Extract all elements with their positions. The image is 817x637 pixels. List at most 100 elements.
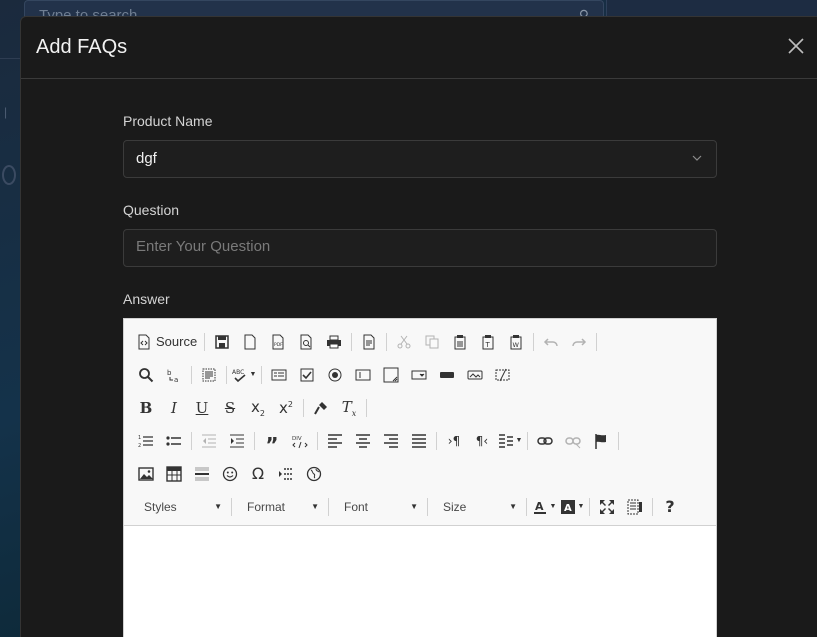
redo-button[interactable] [565, 330, 593, 354]
special-char-button[interactable]: Ω [244, 462, 272, 486]
about-button[interactable]: ? [656, 495, 684, 519]
find-icon [139, 367, 154, 382]
replace-button[interactable]: ba [160, 363, 188, 387]
background-sidebar-mark: | [4, 105, 8, 119]
select-field-button[interactable] [405, 363, 433, 387]
find-button[interactable] [132, 363, 160, 387]
remove-format-button[interactable]: Tx [335, 396, 363, 420]
form-button[interactable] [265, 363, 293, 387]
preview-button[interactable] [292, 330, 320, 354]
styles-dropdown[interactable]: Styles ▼ [132, 495, 228, 519]
align-right-button[interactable] [377, 429, 405, 453]
show-blocks-icon [627, 499, 642, 514]
iframe-button[interactable] [300, 462, 328, 486]
underline-button[interactable]: U [188, 396, 216, 420]
question-input[interactable] [136, 238, 704, 255]
bold-button[interactable]: B [132, 396, 160, 420]
close-button[interactable] [785, 37, 807, 59]
numbered-list-button[interactable]: 12 [132, 429, 160, 453]
button-icon [440, 371, 454, 378]
save-button[interactable] [208, 330, 236, 354]
checkbox-button[interactable] [293, 363, 321, 387]
superscript-button[interactable]: x2 [272, 396, 300, 420]
bulleted-list-button[interactable] [160, 429, 188, 453]
paste-button[interactable] [446, 330, 474, 354]
toolbar-separator [386, 332, 388, 351]
size-dropdown[interactable]: Size ▼ [431, 495, 523, 519]
maximize-button[interactable] [593, 495, 621, 519]
new-page-button[interactable] [236, 330, 264, 354]
image-icon [138, 466, 154, 481]
close-icon [788, 38, 804, 54]
bulleted-list-icon [166, 435, 181, 446]
outdent-icon [202, 434, 216, 447]
bg-color-button[interactable]: A ▼ [558, 495, 586, 519]
strike-button[interactable]: S [216, 396, 244, 420]
paste-text-button[interactable]: T [474, 330, 502, 354]
format-dropdown[interactable]: Format ▼ [235, 495, 325, 519]
paste-text-icon: T [482, 334, 494, 349]
copy-button[interactable] [418, 330, 446, 354]
toolbar-separator [589, 497, 590, 516]
radio-icon [328, 368, 342, 381]
horizontal-line-button[interactable] [188, 462, 216, 486]
textarea-button[interactable] [377, 363, 405, 387]
align-left-button[interactable] [321, 429, 349, 453]
spellcheck-icon: ABC [232, 369, 246, 382]
undo-button[interactable] [537, 330, 565, 354]
justify-button[interactable] [405, 429, 433, 453]
toolbar-row-5: Ω [132, 457, 708, 490]
indent-button[interactable] [223, 429, 251, 453]
page-break-icon [279, 467, 293, 480]
export-pdf-button[interactable]: PDF [264, 330, 292, 354]
modal-title: Add FAQs [36, 36, 128, 58]
font-dropdown[interactable]: Font ▼ [332, 495, 424, 519]
spellcheck-button[interactable]: ABC ▼ [230, 363, 258, 387]
unlink-button[interactable] [559, 429, 587, 453]
smiley-button[interactable] [216, 462, 244, 486]
textfield-button[interactable] [349, 363, 377, 387]
link-button[interactable] [531, 429, 559, 453]
cut-button[interactable] [390, 330, 418, 354]
product-name-select[interactable]: dgf [123, 140, 717, 178]
dropdown-arrow-icon: ▼ [410, 502, 418, 511]
svg-text:A: A [564, 503, 572, 514]
blockquote-button[interactable]: ” [258, 429, 286, 455]
rtl-button[interactable]: ¶‹ [468, 429, 496, 453]
paste-word-button[interactable]: W [502, 330, 530, 354]
templates-button[interactable] [355, 330, 383, 354]
table-button[interactable] [160, 462, 188, 486]
iframe-icon [306, 466, 322, 481]
div-icon: DIV [292, 436, 308, 448]
toolbar-separator [351, 332, 353, 351]
anchor-button[interactable] [587, 429, 615, 453]
outdent-button[interactable] [195, 429, 223, 453]
language-button[interactable]: ▼ [496, 429, 524, 453]
div-button[interactable]: DIV [286, 429, 314, 453]
editor-content-area[interactable] [124, 526, 716, 637]
show-blocks-button[interactable] [621, 495, 649, 519]
paste-icon [454, 334, 466, 349]
dropdown-arrow-icon: ▼ [515, 437, 523, 444]
link-icon [537, 436, 553, 445]
text-color-button[interactable]: A ▼ [530, 495, 558, 519]
image-button[interactable] [132, 462, 160, 486]
ltr-button[interactable]: ›¶ [440, 429, 468, 453]
page-break-button[interactable] [272, 462, 300, 486]
dropdown-arrow-icon: ▼ [214, 502, 222, 511]
subscript-button[interactable]: x2 [244, 396, 272, 420]
print-button[interactable] [320, 330, 348, 354]
answer-label: Answer [123, 291, 170, 307]
align-center-button[interactable] [349, 429, 377, 453]
italic-button[interactable]: I [160, 396, 188, 420]
hidden-field-button[interactable] [489, 363, 517, 387]
source-button[interactable]: Source [132, 330, 201, 354]
form-button-button[interactable] [433, 363, 461, 387]
image-button-button[interactable] [461, 363, 489, 387]
svg-text:A: A [535, 500, 544, 513]
copy-format-button[interactable] [307, 396, 335, 420]
hidden-field-icon [495, 368, 510, 381]
select-all-button[interactable] [195, 363, 223, 387]
anchor-icon [595, 433, 606, 449]
radio-button[interactable] [321, 363, 349, 387]
